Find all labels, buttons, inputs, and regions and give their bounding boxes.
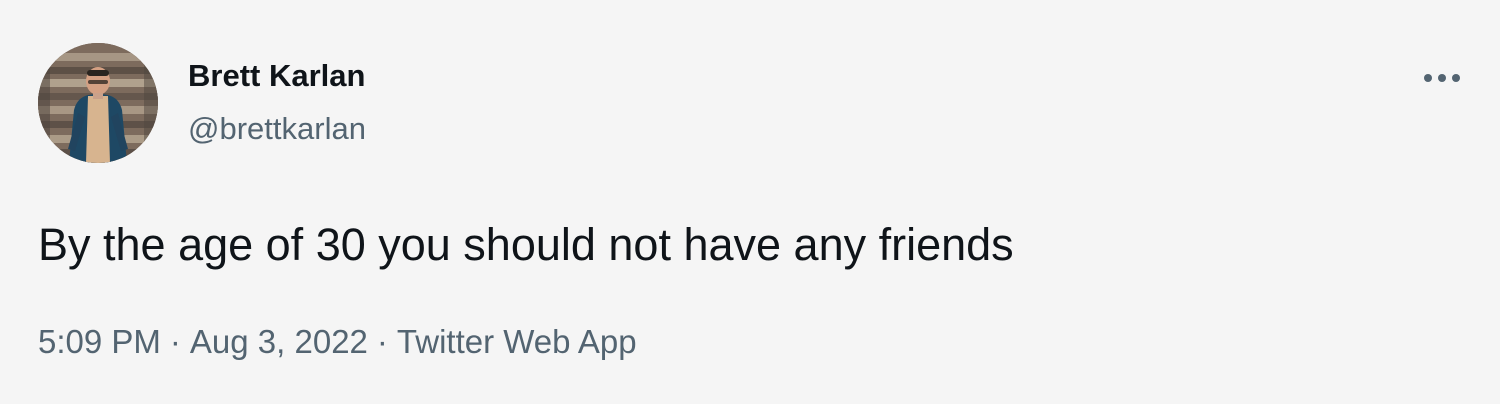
tweet-text: By the age of 30 you should not have any… (38, 219, 1014, 270)
more-horizontal-icon (1424, 74, 1460, 82)
tweet-date[interactable]: Aug 3, 2022 (190, 322, 368, 362)
meta-separator: · (169, 323, 181, 360)
author-display-name[interactable]: Brett Karlan (188, 58, 365, 94)
profile-photo-icon (38, 43, 158, 163)
tweet-card: Brett Karlan @brettkarlan By the age of … (0, 0, 1500, 404)
tweet-source[interactable]: Twitter Web App (397, 322, 637, 362)
meta-separator: · (376, 323, 388, 360)
tweet-meta: 5:09 PM · Aug 3, 2022 · Twitter Web App (38, 322, 637, 362)
more-options-button[interactable] (1420, 62, 1464, 94)
avatar[interactable] (38, 43, 158, 163)
tweet-time[interactable]: 5:09 PM (38, 322, 161, 362)
author-handle[interactable]: @brettkarlan (188, 111, 366, 147)
